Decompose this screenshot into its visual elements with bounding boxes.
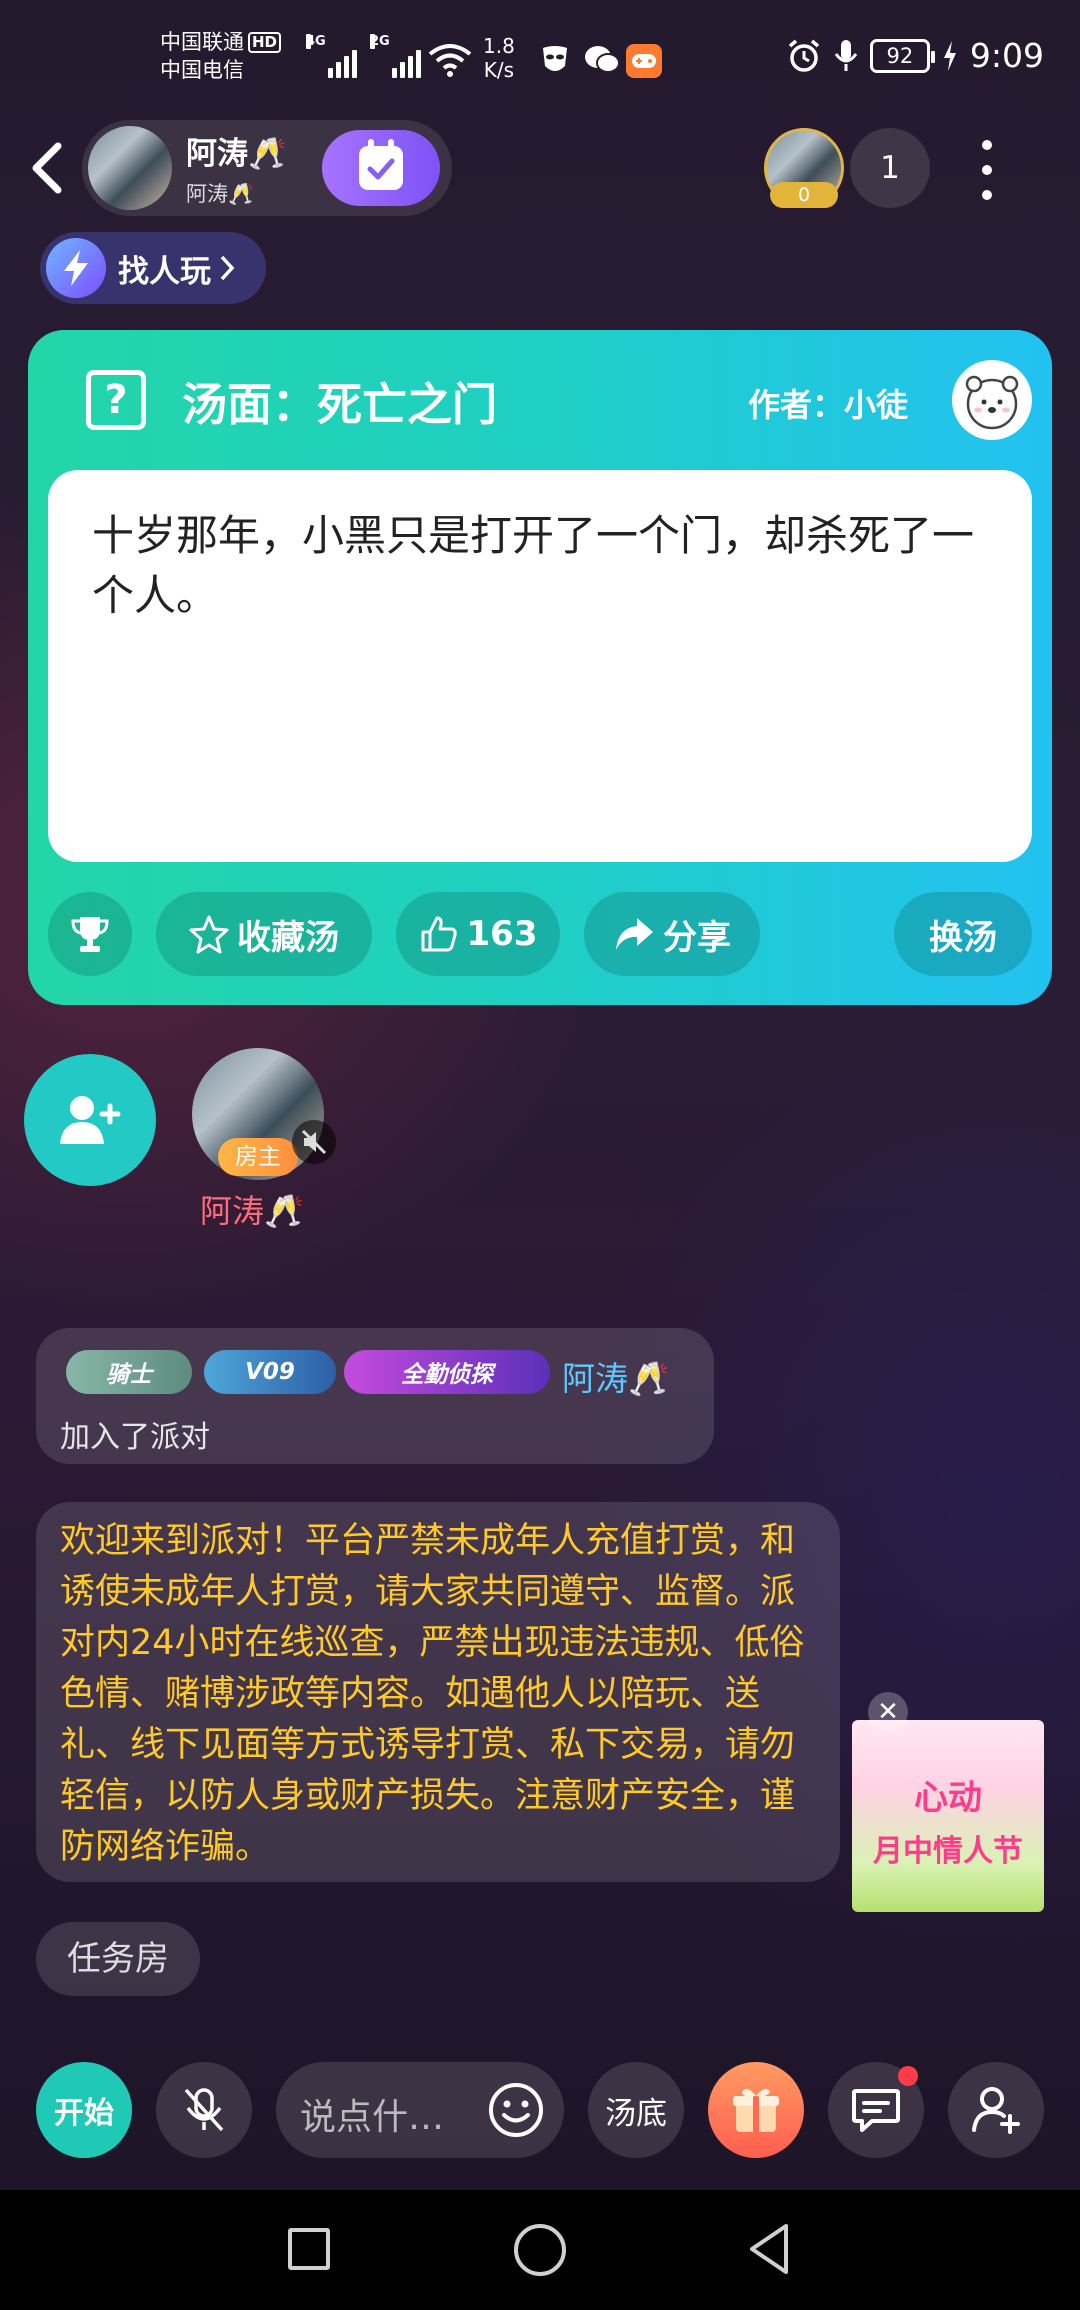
host-subtitle: 阿涛🥂 bbox=[186, 182, 255, 206]
charging-icon bbox=[943, 40, 956, 71]
network-type-2: 2G bbox=[370, 34, 390, 49]
carrier-2: 中国电信 bbox=[160, 58, 244, 82]
network-type-1: 4G bbox=[306, 34, 326, 49]
game-icon bbox=[626, 44, 662, 78]
calendar-check-icon bbox=[359, 139, 403, 190]
soup-title: 汤面：死亡之门 bbox=[182, 378, 498, 431]
like-count: 163 bbox=[466, 914, 538, 954]
trophy-icon bbox=[71, 917, 109, 952]
change-soup-label: 换汤 bbox=[929, 917, 997, 958]
add-friend-button[interactable] bbox=[948, 2062, 1044, 2158]
add-person-icon bbox=[972, 2087, 1020, 2134]
wechat-icon bbox=[585, 46, 620, 73]
find-people-label: 找人玩 bbox=[118, 253, 211, 290]
start-button[interactable]: 开始 bbox=[36, 2062, 132, 2158]
question-icon: ? bbox=[86, 370, 146, 430]
soup-bottom-label: 汤底 bbox=[605, 2095, 667, 2132]
collect-button[interactable]: 收藏汤 bbox=[156, 892, 372, 976]
online-count-button[interactable]: 1 bbox=[850, 128, 930, 208]
lightning-icon bbox=[46, 238, 106, 298]
soup-author: 作者：小徒 bbox=[748, 386, 909, 424]
mic-muted-icon bbox=[292, 1120, 336, 1164]
join-text: 加入了派对 bbox=[60, 1420, 210, 1455]
promo-close-icon[interactable]: ✕ bbox=[868, 1692, 908, 1732]
recent-apps-button[interactable] bbox=[288, 2228, 330, 2270]
join-user-name[interactable]: 阿涛🥂 bbox=[562, 1352, 669, 1400]
host-tag: 房主 bbox=[218, 1138, 298, 1176]
status-right: 92 9:09 bbox=[786, 36, 1044, 75]
soup-bottom-button[interactable]: 汤底 bbox=[588, 2062, 684, 2158]
detective-badge: 全勤侦探 bbox=[344, 1350, 550, 1394]
star-icon bbox=[189, 915, 229, 954]
knight-badge: 骑士 bbox=[66, 1350, 192, 1394]
share-label: 分享 bbox=[663, 917, 731, 958]
find-people-button[interactable]: 找人玩 bbox=[40, 232, 266, 304]
author-avatar[interactable] bbox=[952, 360, 1032, 440]
task-room-chip[interactable]: 任务房 bbox=[36, 1922, 200, 1996]
gift-button[interactable] bbox=[708, 2062, 804, 2158]
add-user-icon bbox=[60, 1096, 121, 1144]
promo-banner[interactable]: 心动 月中情人节 bbox=[852, 1720, 1044, 1912]
more-menu-button[interactable] bbox=[972, 140, 1002, 200]
share-icon bbox=[616, 918, 653, 950]
mic-toggle-button[interactable] bbox=[156, 2062, 252, 2158]
nav-back-button[interactable] bbox=[746, 2222, 792, 2276]
change-soup-button[interactable]: 换汤 bbox=[894, 892, 1032, 976]
back-button[interactable] bbox=[28, 140, 68, 196]
soup-story: 十岁那年，小黑只是打开了一个门，却杀死了一个人。 bbox=[92, 511, 975, 620]
chevron-right-icon bbox=[220, 255, 235, 281]
host-avatar[interactable] bbox=[88, 126, 172, 210]
hd-indicator: HD bbox=[248, 32, 282, 53]
vip-level-badge: V09 bbox=[204, 1350, 336, 1394]
signal-icon: 4G bbox=[306, 34, 357, 78]
collect-label: 收藏汤 bbox=[237, 917, 339, 958]
system-notice-text: 欢迎来到派对！平台严禁未成年人充值打赏，和诱使未成年人打赏，请大家共同遵守、监督… bbox=[60, 1521, 805, 1867]
promo-line2: 月中情人节 bbox=[873, 1834, 1023, 1869]
clock: 9:09 bbox=[969, 36, 1044, 75]
emoji-icon[interactable] bbox=[486, 2080, 546, 2140]
alarm-icon bbox=[788, 39, 820, 72]
mic-status-icon bbox=[834, 39, 858, 71]
unread-dot bbox=[898, 2066, 918, 2086]
thumbs-up-icon bbox=[421, 916, 457, 952]
gift-icon bbox=[733, 2088, 779, 2132]
like-button[interactable]: 163 bbox=[396, 892, 560, 976]
home-button[interactable] bbox=[514, 2224, 566, 2276]
mic-off-icon bbox=[184, 2088, 224, 2132]
carrier-info: 中国联通 HD 中国电信 bbox=[160, 28, 282, 84]
signal-icon: 2G bbox=[370, 34, 421, 78]
start-label: 开始 bbox=[54, 2096, 114, 2131]
carrier-1: 中国联通 bbox=[160, 30, 244, 54]
host-name: 阿涛🥂 bbox=[186, 136, 287, 172]
promo-line1: 心动 bbox=[914, 1778, 982, 1818]
seat-name: 阿涛🥂 bbox=[200, 1192, 304, 1230]
invite-seat-button[interactable] bbox=[24, 1054, 156, 1186]
network-speed: 1.8 K/s bbox=[483, 34, 515, 82]
wifi-icon bbox=[428, 44, 472, 77]
battery-icon: 92 bbox=[869, 38, 935, 73]
chat-bubble-icon bbox=[852, 2089, 900, 2132]
share-button[interactable]: 分享 bbox=[584, 892, 760, 976]
checkin-button[interactable] bbox=[322, 130, 440, 206]
app-mask-icon bbox=[543, 46, 567, 71]
chat-input-placeholder: 说点什… bbox=[300, 2097, 445, 2138]
ranking-button[interactable] bbox=[48, 892, 132, 976]
viewer-badge: 0 bbox=[770, 182, 838, 208]
